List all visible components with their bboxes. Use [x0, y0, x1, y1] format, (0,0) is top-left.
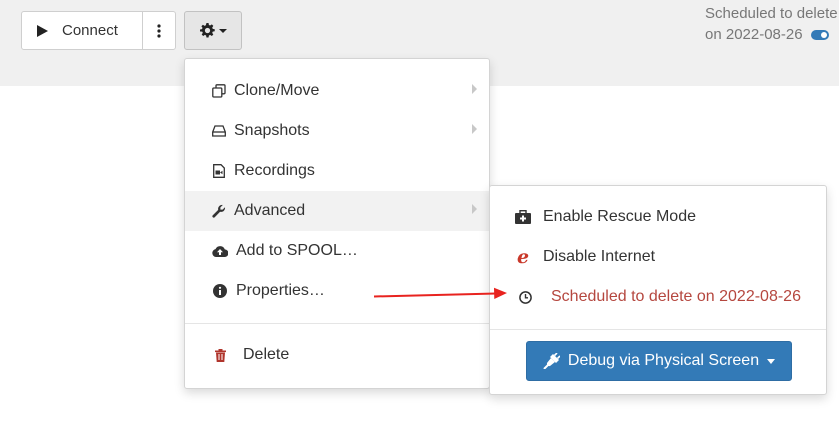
play-icon[interactable] [22, 24, 62, 37]
hdd-icon [212, 124, 226, 138]
submenu-divider [490, 329, 826, 330]
trash-icon [213, 348, 227, 362]
submenu-item-label: Enable Rescue Mode [543, 208, 696, 225]
submenu-item-label: Disable Internet [543, 248, 656, 265]
menu-item-label: Advanced [234, 202, 306, 219]
menu-divider [185, 323, 489, 324]
connect-button[interactable]: Connect [62, 22, 142, 39]
chevron-down-icon [767, 358, 776, 364]
submenu-item-scheduled-delete[interactable]: Scheduled to delete on 2022-08-26 [490, 277, 826, 317]
menu-item-label: Properties… [236, 282, 325, 299]
menu-item-advanced[interactable]: Advanced [185, 191, 489, 231]
schedule-status: Scheduled to delete on 2022-08-26 [705, 3, 839, 45]
connect-button-group: Connect [21, 11, 176, 50]
menu-item-label: Delete [243, 346, 290, 363]
debug-button-label: Debug via Physical Screen [567, 352, 760, 369]
caret-right-icon [472, 204, 477, 214]
menu-item-snapshots[interactable]: Snapshots [185, 111, 489, 151]
settings-dropdown-button[interactable] [184, 11, 242, 50]
submenu-item-enable-rescue-mode[interactable]: Enable Rescue Mode [490, 197, 826, 237]
caret-right-icon [472, 84, 477, 94]
gear-icon [199, 23, 215, 38]
info-circle-icon [212, 284, 228, 298]
debug-physical-screen-button[interactable]: Debug via Physical Screen [526, 341, 792, 381]
file-video-icon [212, 164, 226, 178]
wrench-icon [212, 204, 226, 218]
clock-icon [517, 289, 533, 305]
advanced-submenu: Enable Rescue Mode e Disable Internet Sc… [489, 185, 827, 395]
toggle-on-icon[interactable] [810, 30, 829, 41]
kebab-icon[interactable] [143, 23, 175, 38]
submenu-item-label: Scheduled to delete on 2022-08-26 [551, 288, 801, 305]
internet-explorer-icon: e [516, 246, 530, 268]
actions-dropdown-menu: Clone/Move Snapshots Recordings Advanced… [184, 58, 490, 389]
cloud-upload-icon [212, 244, 228, 258]
menu-item-properties[interactable]: Properties… [185, 271, 489, 311]
clone-icon [212, 84, 226, 98]
menu-item-delete[interactable]: Delete [185, 335, 489, 375]
chevron-down-icon [218, 28, 227, 33]
menu-item-label: Snapshots [234, 122, 310, 139]
medkit-icon [515, 209, 531, 225]
submenu-item-disable-internet[interactable]: e Disable Internet [490, 237, 826, 277]
menu-item-label: Recordings [234, 162, 315, 179]
menu-item-label: Clone/Move [234, 82, 320, 99]
plug-icon [543, 353, 560, 369]
menu-item-recordings[interactable]: Recordings [185, 151, 489, 191]
menu-item-label: Add to SPOOL… [236, 242, 358, 259]
caret-right-icon [472, 124, 477, 134]
menu-item-clone-move[interactable]: Clone/Move [185, 71, 489, 111]
menu-item-add-to-spool[interactable]: Add to SPOOL… [185, 231, 489, 271]
